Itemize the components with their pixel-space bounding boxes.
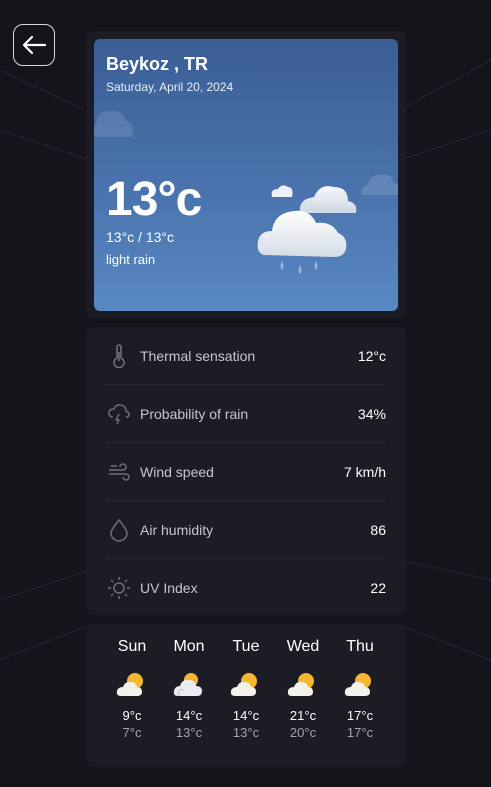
wind-icon [106, 459, 132, 485]
detail-row-air-humidity: Air humidity 86 [106, 501, 386, 559]
forecast-min-temperature: 17°c [346, 725, 374, 740]
detail-value: 34% [357, 405, 386, 422]
forecast-day-name: Sun [117, 638, 147, 655]
sun-icon [106, 575, 132, 601]
detail-label: UV Index [140, 580, 198, 596]
city-name: Beykoz , TR [106, 54, 209, 74]
forecast-day: Wed 21°c 20°c [278, 624, 328, 767]
detail-row-wind-speed: Wind speed 7 km/h [106, 443, 386, 501]
forecast-day-name: Mon [173, 638, 205, 655]
forecast-day: Mon 14°c 13°c [164, 624, 214, 767]
forecast-day: Sun 9°c 7°c [107, 624, 157, 767]
detail-value: 86 [370, 521, 386, 538]
current-weather-panel: Beykoz , TR Saturday, April 20, 2024 13°… [86, 31, 406, 318]
detail-row-thermal-sensation: Thermal sensation 12°c [106, 327, 386, 385]
forecast-max-temperature: 17°c [346, 708, 374, 723]
forecast-min-temperature: 13°c [175, 725, 203, 740]
forecast-max-temperature: 14°c [175, 708, 203, 723]
forecast-max-temperature: 9°c [122, 708, 142, 723]
detail-row-probability-of-rain: Probability of rain 34% [106, 385, 386, 443]
partly-sunny-icon [116, 673, 143, 696]
rain-cloud-icon [257, 185, 357, 274]
partly-sunny-icon [230, 673, 257, 696]
current-temperature: 13°c [106, 173, 202, 226]
background-cloud-right [361, 174, 398, 195]
background-cloud-left [94, 110, 134, 137]
weather-description: light rain [106, 252, 156, 267]
detail-row-uv-index: UV Index 22 [106, 559, 386, 617]
detail-label: Probability of rain [140, 405, 249, 422]
forecast-min-temperature: 7°c [122, 725, 142, 740]
drop-icon [106, 517, 132, 543]
weather-details-panel: Thermal sensation 12°c Probability of ra… [86, 327, 406, 615]
forecast-day: Thu 17°c 17°c [335, 624, 385, 767]
partly-cloudy-icon [173, 673, 202, 697]
forecast-day-name: Wed [286, 638, 320, 655]
detail-label: Wind speed [140, 463, 214, 480]
forecast-max-temperature: 21°c [289, 708, 317, 723]
detail-label: Air humidity [140, 521, 214, 538]
partly-sunny-icon [287, 673, 314, 696]
detail-value: 12°c [357, 347, 386, 364]
forecast-min-temperature: 13°c [232, 725, 260, 740]
current-weather-card: Beykoz , TR Saturday, April 20, 2024 13°… [94, 39, 398, 311]
partly-sunny-icon [344, 673, 371, 696]
forecast-day: Tue 14°c 13°c [221, 624, 271, 767]
detail-value: 7 km/h [343, 463, 386, 480]
arrow-left-icon [22, 35, 47, 55]
forecast-max-temperature: 14°c [232, 708, 260, 723]
forecast-day-name: Thu [346, 638, 374, 655]
thermometer-icon [106, 343, 132, 369]
forecast-day-name: Tue [232, 638, 260, 655]
back-button[interactable] [13, 24, 55, 66]
detail-value: 22 [370, 580, 386, 596]
detail-label: Thermal sensation [140, 347, 256, 364]
forecast-min-temperature: 20°c [289, 725, 317, 740]
min-max-temperature: 13°c / 13°c [106, 229, 175, 245]
current-date: Saturday, April 20, 2024 [106, 80, 234, 94]
cloud-rain-icon [106, 401, 132, 427]
daily-forecast-panel: Sun 9°c 7°c Mon 14°c 13°c Tue 14°c 13°c … [86, 624, 406, 767]
